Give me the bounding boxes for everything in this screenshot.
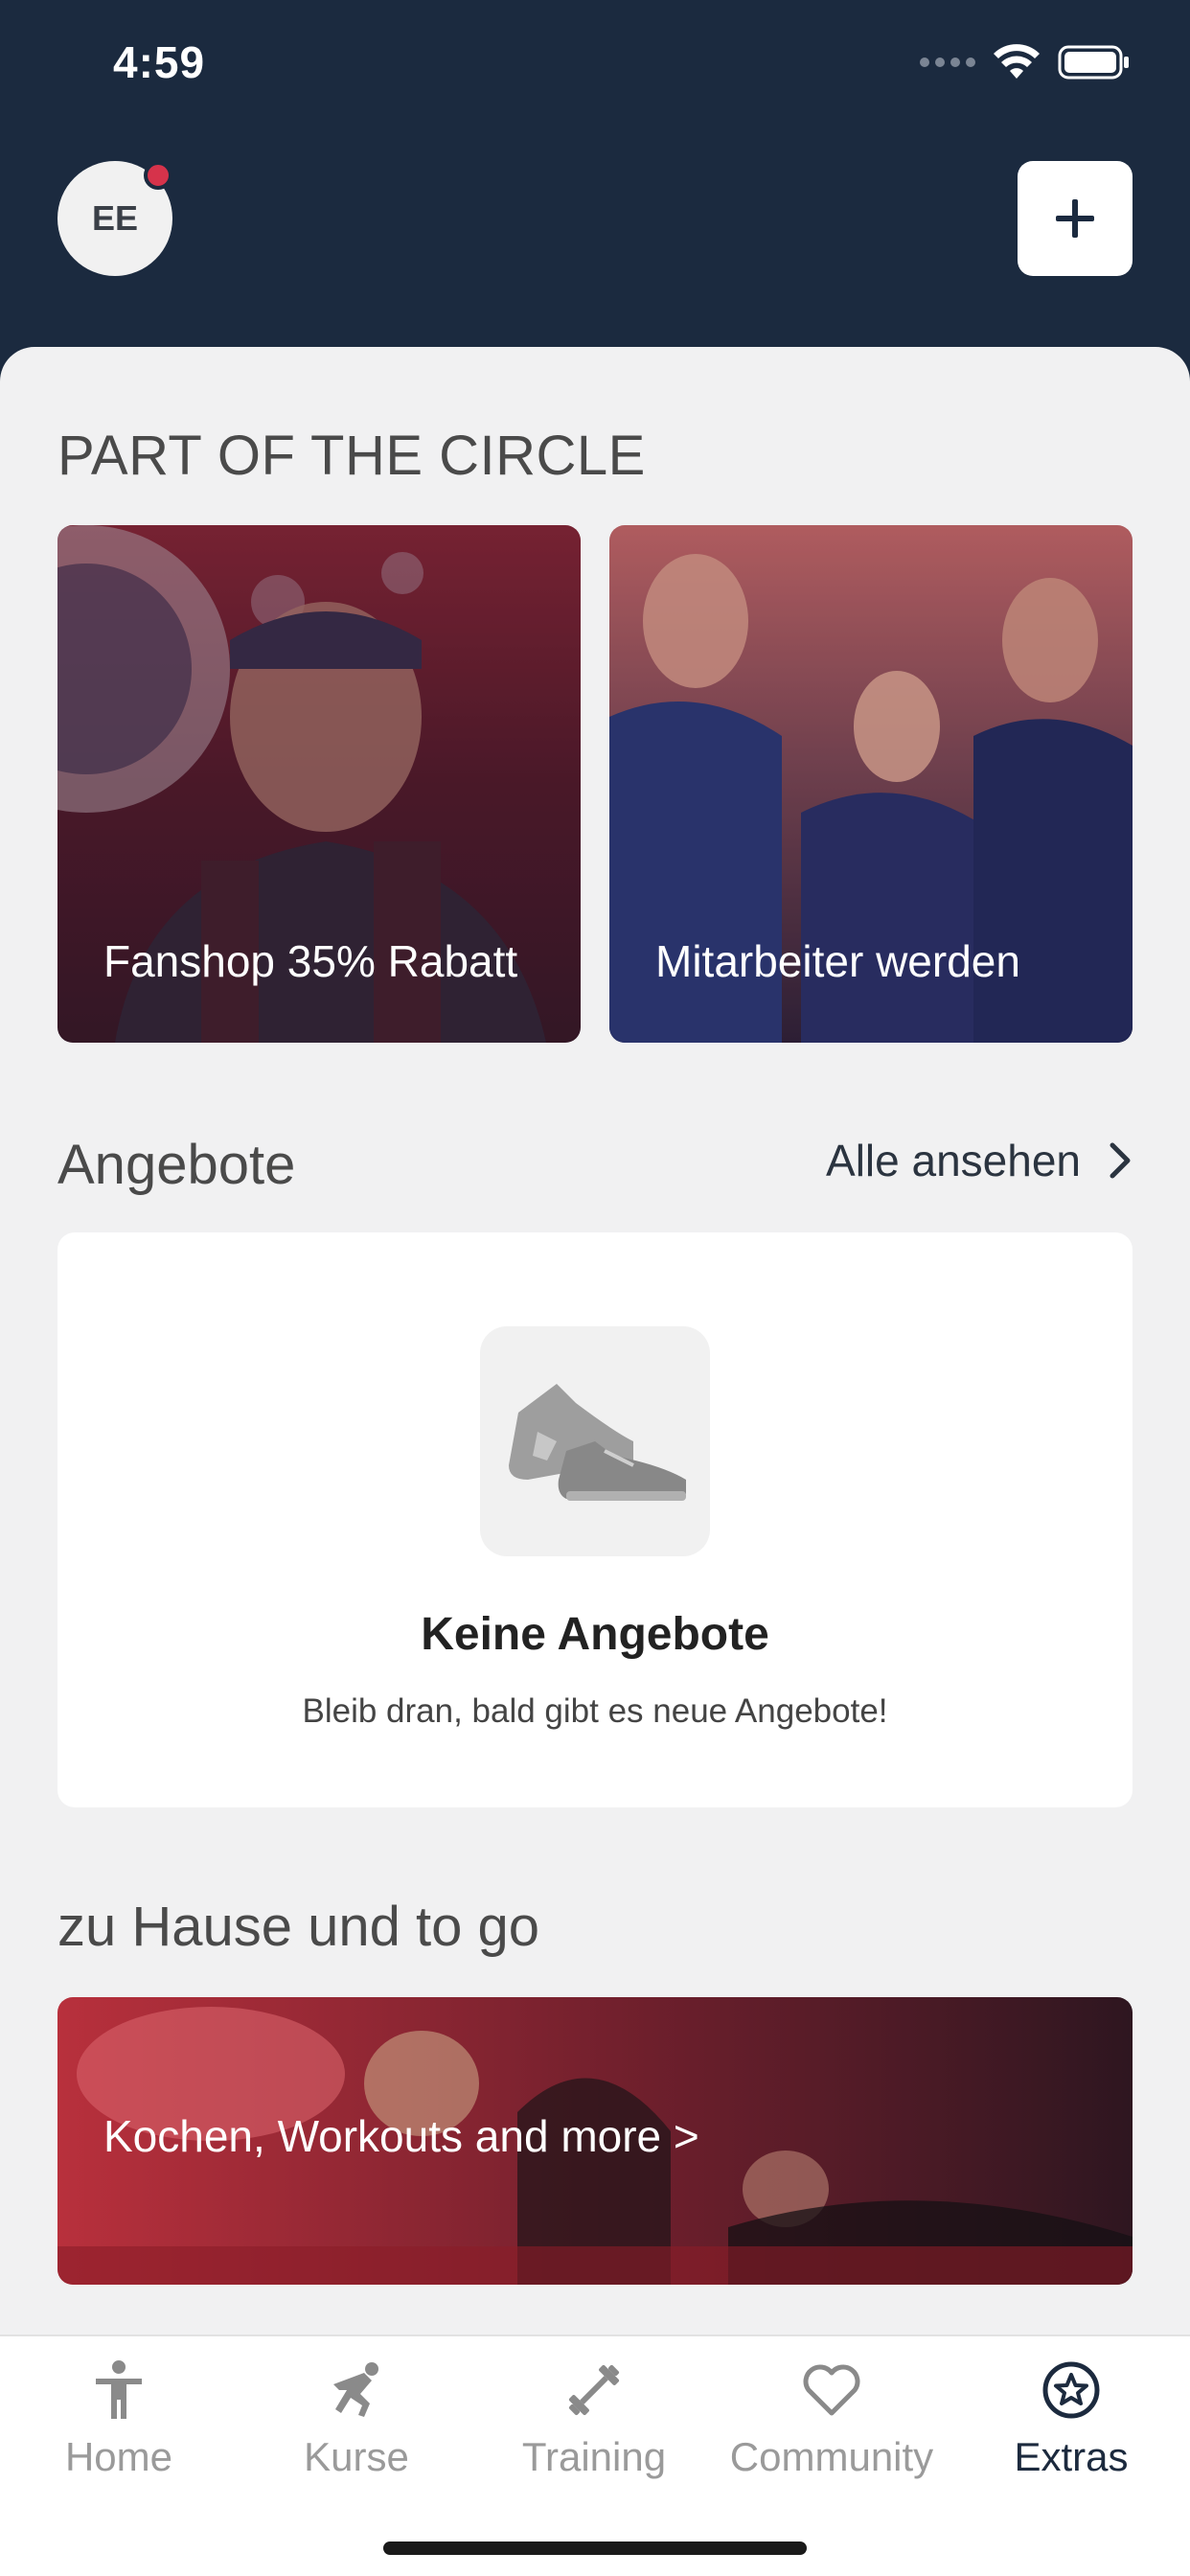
mitarbeiter-card[interactable]: Mitarbeiter werden xyxy=(609,525,1133,1043)
signal-icon xyxy=(920,58,975,67)
status-icons xyxy=(920,44,1131,80)
plus-icon xyxy=(1056,199,1094,238)
heart-icon xyxy=(803,2364,860,2416)
tab-training[interactable]: Training xyxy=(475,2350,713,2480)
app-header: EE xyxy=(0,134,1190,355)
tab-extras[interactable]: Extras xyxy=(952,2350,1190,2480)
chevron-right-icon xyxy=(1110,1142,1131,1179)
sneakers-icon xyxy=(509,1384,686,1501)
home-togo-card-label: Kochen, Workouts and more > xyxy=(103,2111,699,2161)
status-bar: 4:59 xyxy=(0,0,1190,134)
person-icon xyxy=(96,2360,142,2419)
tab-home-label: Home xyxy=(64,2434,173,2479)
see-all-label: Alle ansehen xyxy=(826,1136,1081,1185)
tab-kurse[interactable]: Kurse xyxy=(238,2350,475,2480)
content-sheet: PART OF THE CIRCLE Fanshop 35% Rabatt Mi… xyxy=(0,347,1190,2576)
mitarbeiter-card-label: Mitarbeiter werden xyxy=(655,936,1020,986)
section-title-home: zu Hause und to go xyxy=(57,1896,540,1958)
running-icon xyxy=(333,2362,378,2417)
offers-empty-title: Keine Angebote xyxy=(421,1609,769,1660)
dumbbell-icon xyxy=(568,2364,620,2416)
section-title-circle: PART OF THE CIRCLE xyxy=(57,425,646,487)
tab-bar: Home Kurse Training Community Extras xyxy=(0,2334,1190,2576)
offers-empty-card: Keine Angebote Bleib dran, bald gibt es … xyxy=(57,1232,1133,1807)
section-title-angebote: Angebote xyxy=(57,1134,296,1196)
status-time: 4:59 xyxy=(113,37,206,87)
battery-icon xyxy=(1058,45,1129,80)
tab-training-label: Training xyxy=(521,2434,667,2479)
add-button[interactable] xyxy=(1018,161,1133,276)
home-togo-card[interactable]: Kochen, Workouts and more > xyxy=(57,1997,1133,2285)
avatar-initials: EE xyxy=(91,198,139,238)
offers-placeholder xyxy=(480,1326,710,1556)
see-all-link[interactable]: Alle ansehen xyxy=(826,1135,1133,1186)
home-indicator xyxy=(383,2542,807,2555)
offers-empty-subtitle: Bleib dran, bald gibt es neue Angebote! xyxy=(302,1692,888,1730)
star-circle-icon xyxy=(1042,2361,1100,2419)
tab-kurse-label: Kurse xyxy=(304,2434,409,2479)
tab-community[interactable]: Community xyxy=(713,2350,950,2480)
fanshop-card-label: Fanshop 35% Rabatt xyxy=(103,936,518,986)
avatar[interactable]: EE xyxy=(57,161,172,276)
notification-badge xyxy=(144,161,172,190)
fanshop-card[interactable]: Fanshop 35% Rabatt xyxy=(57,525,581,1043)
tab-extras-label: Extras xyxy=(1014,2434,1129,2479)
tab-community-label: Community xyxy=(729,2434,934,2479)
wifi-icon xyxy=(994,44,1040,79)
tab-home[interactable]: Home xyxy=(0,2350,238,2480)
